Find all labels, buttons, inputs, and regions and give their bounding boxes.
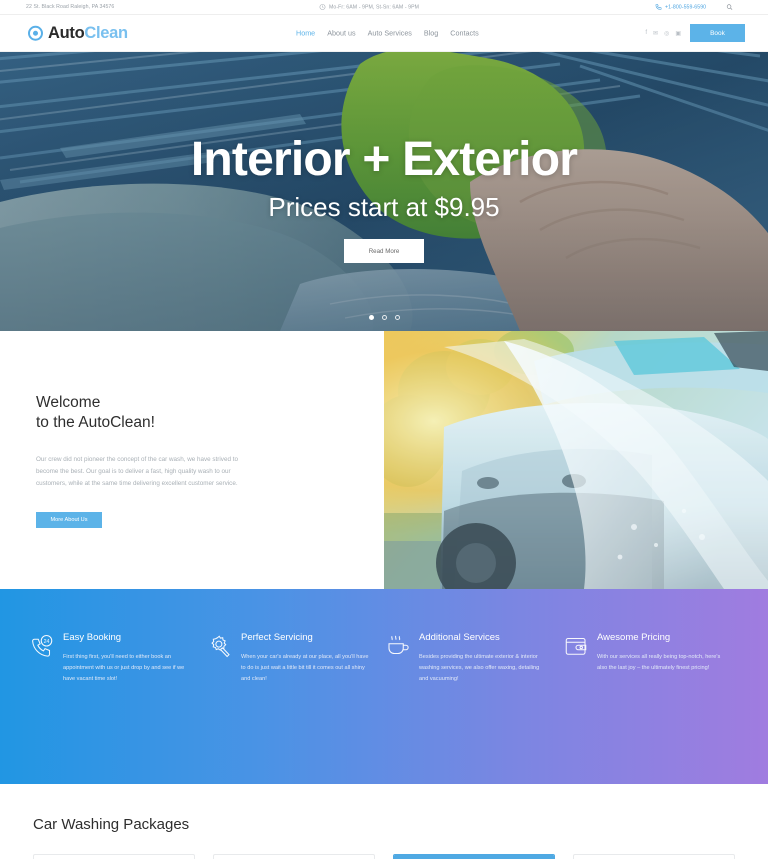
slider-dot-2[interactable]: [381, 315, 387, 320]
feature-text: Besides providing the ultimate exterior …: [419, 653, 540, 682]
car-wash-photo: [384, 331, 768, 589]
target-circle-icon: [28, 25, 43, 41]
feature-text: First thing first, you'll need to either…: [63, 653, 185, 682]
coffee-cup-icon: [386, 633, 411, 784]
logo-primary-text: Auto: [48, 23, 85, 42]
top-bar: 22 St. Black Road Raleigh, PA 34576 Mo-F…: [0, 0, 768, 15]
instagram-icon[interactable]: ▣: [675, 30, 681, 37]
feature-title: Additional Services: [419, 632, 500, 643]
feature-additional-services: Additional Services Besides providing th…: [386, 633, 564, 784]
packages-section: Car Washing Packages: [0, 784, 768, 859]
twitter-icon[interactable]: ✉: [653, 30, 658, 37]
feature-title: Easy Booking: [63, 632, 122, 643]
package-card-cap: [34, 855, 194, 859]
nav-item-about-us[interactable]: About us: [327, 29, 355, 38]
welcome-title-line2: to the AutoClean!: [36, 414, 155, 432]
feature-awesome-pricing: Awesome Pricing With our services all re…: [564, 633, 742, 784]
welcome-title-line1: Welcome: [36, 394, 101, 411]
search-icon[interactable]: [726, 4, 733, 11]
welcome-text-block: Welcome to the AutoClean! Our crew did n…: [36, 393, 246, 528]
package-card[interactable]: [573, 854, 735, 859]
clock-icon: [319, 4, 326, 11]
phone-24-icon: 24: [30, 633, 55, 784]
welcome-section: Welcome to the AutoClean! Our crew did n…: [0, 331, 768, 589]
nav-item-auto-services[interactable]: Auto Services: [368, 29, 412, 38]
phone-link[interactable]: +1-800-559-6590: [655, 4, 706, 11]
wallet-icon: [564, 633, 589, 784]
package-card-cap: [574, 855, 734, 859]
logo-secondary-text: Clean: [84, 23, 128, 42]
feature-perfect-servicing: Perfect Servicing When your car's alread…: [208, 633, 386, 784]
more-about-us-button[interactable]: More About Us: [36, 511, 102, 528]
hero-heading: Interior + Exterior: [190, 133, 578, 186]
package-card-featured[interactable]: [393, 854, 555, 859]
phone-number: +1-800-559-6590: [665, 4, 707, 10]
package-card[interactable]: [33, 854, 195, 859]
packages-row: [33, 854, 735, 859]
gear-wrench-icon: [208, 633, 233, 784]
welcome-paragraph: Our crew did not pioneer the concept of …: [36, 455, 238, 488]
pinterest-icon[interactable]: ◎: [664, 30, 669, 37]
slider-dot-1[interactable]: [368, 315, 374, 320]
feature-title: Awesome Pricing: [597, 632, 671, 643]
feature-text: When your car's already at our place, al…: [241, 653, 369, 682]
facebook-icon[interactable]: f: [645, 30, 647, 36]
feature-title: Perfect Servicing: [241, 632, 313, 643]
book-button[interactable]: Book: [690, 24, 745, 42]
feature-easy-booking: 24 Easy Booking First thing first, you'l…: [30, 633, 208, 784]
hero-content: Interior + Exterior Prices start at $9.9…: [0, 52, 768, 331]
feature-text: With our services all really being top-n…: [597, 653, 721, 671]
slider-dots: [0, 315, 768, 320]
working-hours-text: Mo-Fr: 6AM - 9PM, St-Sn: 6AM - 9PM: [329, 4, 420, 10]
packages-title: Car Washing Packages: [33, 816, 190, 833]
site-header: AutoClean Home About us Auto Services Bl…: [0, 15, 768, 52]
main-nav: Home About us Auto Services Blog Contact…: [296, 29, 479, 38]
package-card[interactable]: [213, 854, 375, 859]
logo[interactable]: AutoClean: [28, 25, 128, 42]
package-card-cap: [394, 855, 554, 859]
working-hours: Mo-Fr: 6AM - 9PM, St-Sn: 6AM - 9PM: [319, 4, 419, 11]
hero-subheading: Prices start at $9.95: [268, 192, 500, 222]
address-text: 22 St. Black Road Raleigh, PA 34576: [26, 4, 115, 10]
phone-icon: [655, 4, 662, 11]
svg-text:24: 24: [44, 639, 50, 645]
read-more-button[interactable]: Read More: [344, 239, 424, 263]
hero-slider: Interior + Exterior Prices start at $9.9…: [0, 52, 768, 331]
slider-dot-3[interactable]: [394, 315, 400, 320]
nav-item-home[interactable]: Home: [296, 29, 315, 38]
nav-item-contacts[interactable]: Contacts: [450, 29, 478, 38]
features-section: 24 Easy Booking First thing first, you'l…: [0, 589, 768, 784]
package-card-cap: [214, 855, 374, 859]
social-links: f ✉ ◎ ▣: [645, 30, 681, 37]
header-right: f ✉ ◎ ▣ Book: [645, 24, 745, 42]
nav-item-blog[interactable]: Blog: [424, 29, 438, 38]
